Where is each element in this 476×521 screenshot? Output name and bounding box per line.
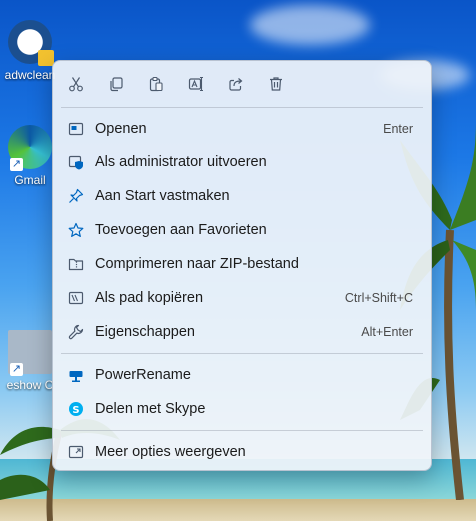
separator — [61, 353, 423, 354]
menu-item-share-skype[interactable]: S Delen met Skype — [57, 394, 427, 424]
menu-item-run-as-admin[interactable]: Als administrator uitvoeren — [57, 147, 427, 177]
share-icon — [229, 78, 243, 91]
menu-item-label: Delen met Skype — [95, 401, 206, 417]
menu-item-label: Toevoegen aan Favorieten — [95, 222, 267, 238]
menu-item-shortcut: Ctrl+Shift+C — [344, 291, 413, 305]
skype-icon: S — [69, 402, 83, 416]
wrench-icon — [68, 324, 84, 340]
menu-item-label: Als administrator uitvoeren — [95, 154, 267, 170]
shortcut-arrow-icon: ↗ — [10, 363, 23, 376]
admin-shield-icon — [68, 155, 83, 170]
menu-item-compress-zip[interactable]: Comprimeren naar ZIP-bestand — [57, 249, 427, 279]
menu-item-add-to-favorites[interactable]: Toevoegen aan Favorieten — [57, 215, 427, 245]
separator — [61, 430, 423, 431]
rename-icon — [188, 76, 203, 92]
projector-icon: ↗ — [8, 330, 52, 376]
pin-icon — [69, 188, 84, 203]
menu-item-label: Eigenschappen — [95, 324, 195, 340]
menu-item-shortcut: Enter — [383, 122, 413, 136]
desktop-icon-label: Gmail — [14, 173, 46, 187]
menu-item-powerrename[interactable]: PowerRename — [57, 360, 427, 390]
menu-item-label: Comprimeren naar ZIP-bestand — [95, 256, 299, 272]
delete-icon — [270, 77, 282, 91]
paste-icon — [149, 76, 163, 92]
rename-button[interactable] — [185, 73, 207, 95]
cut-button[interactable] — [65, 73, 87, 95]
share-button[interactable] — [225, 73, 247, 95]
menu-item-copy-as-path[interactable]: Als pad kopiëren Ctrl+Shift+C — [57, 283, 427, 313]
context-menu-toolbar — [53, 61, 431, 107]
desktop-icon-label: adwclean — [4, 68, 56, 82]
copy-path-icon — [68, 291, 84, 305]
paste-button[interactable] — [145, 73, 167, 95]
context-menu: Openen Enter Als administrator uitvoeren… — [52, 60, 432, 471]
desktop-icon-gmail[interactable]: ↗ Gmail — [0, 125, 60, 187]
copy-button[interactable] — [105, 73, 127, 95]
powerrename-icon — [69, 371, 83, 382]
separator — [61, 107, 423, 108]
desktop-icon-slideshow[interactable]: ↗ eshow C — [0, 330, 60, 392]
menu-item-label: Openen — [95, 121, 147, 137]
menu-item-shortcut: Alt+Enter — [361, 325, 413, 339]
open-icon — [68, 122, 84, 136]
adwcleaner-icon — [8, 20, 54, 66]
desktop-icon-label: eshow C — [6, 378, 54, 392]
edge-icon: ↗ — [8, 125, 52, 171]
menu-item-openen[interactable]: Openen Enter — [57, 114, 427, 144]
menu-item-label: Meer opties weergeven — [95, 444, 246, 460]
cloud — [250, 5, 370, 45]
star-icon — [68, 222, 84, 237]
zip-folder-icon — [68, 258, 84, 271]
menu-item-label: PowerRename — [95, 367, 191, 383]
more-options-icon — [68, 445, 84, 459]
menu-item-label: Aan Start vastmaken — [95, 188, 230, 204]
menu-item-more-options[interactable]: Meer opties weergeven — [57, 437, 427, 467]
cut-icon — [69, 77, 83, 92]
delete-button[interactable] — [265, 73, 287, 95]
shortcut-arrow-icon: ↗ — [10, 158, 23, 171]
menu-item-properties[interactable]: Eigenschappen Alt+Enter — [57, 317, 427, 347]
svg-text:S: S — [72, 405, 79, 416]
desktop-icon-adwcleaner[interactable]: adwclean — [0, 20, 60, 82]
copy-icon — [110, 77, 123, 92]
menu-item-label: Als pad kopiëren — [95, 290, 204, 306]
menu-item-pin-to-start[interactable]: Aan Start vastmaken — [57, 181, 427, 211]
